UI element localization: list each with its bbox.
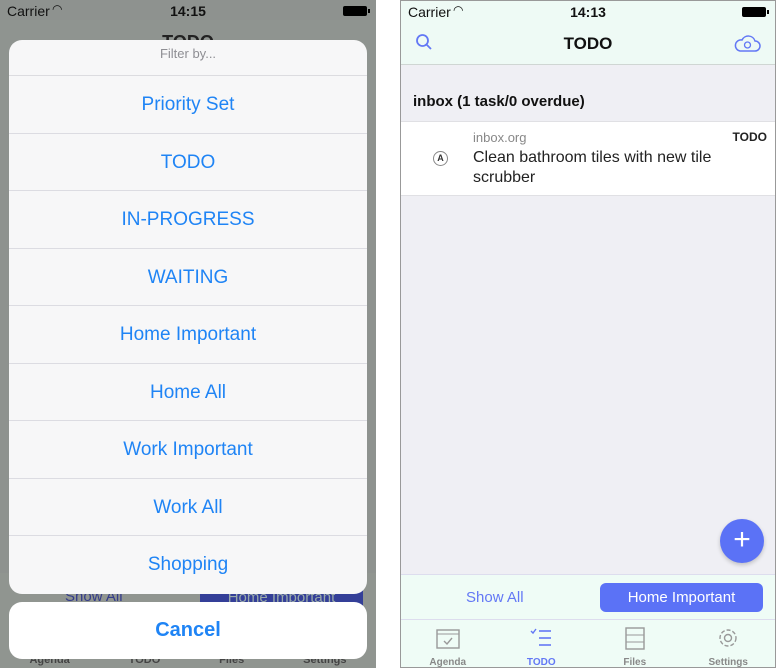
- filter-action-sheet: Filter by... Priority Set TODO IN-PROGRE…: [9, 40, 367, 594]
- tab-label: Settings: [708, 657, 748, 668]
- filter-option[interactable]: Home Important: [9, 306, 367, 364]
- tab-agenda[interactable]: Agenda: [401, 620, 495, 668]
- cloud-sync-icon[interactable]: [733, 33, 761, 58]
- filter-option[interactable]: WAITING: [9, 249, 367, 306]
- left-screen: Carrier ◠ 14:15 TODO Show All Home Impor…: [0, 0, 376, 668]
- filter-option[interactable]: Shopping: [9, 536, 367, 594]
- cabinet-icon: [625, 627, 645, 650]
- tab-todo[interactable]: TODO: [495, 620, 589, 668]
- tab-label: Files: [623, 657, 647, 668]
- task-row[interactable]: inbox.org TODO A Clean bathroom tiles wi…: [401, 121, 775, 196]
- filter-option[interactable]: Work All: [9, 479, 367, 536]
- clock: 14:13: [570, 4, 606, 20]
- filter-option[interactable]: TODO: [9, 134, 367, 191]
- tab-bar: Agenda TODO Files Settings: [401, 619, 776, 668]
- status-bar: Carrier ◠ 14:15: [0, 0, 376, 20]
- tab-settings[interactable]: Settings: [682, 620, 776, 668]
- sheet-title: Filter by...: [9, 40, 367, 76]
- filter-option[interactable]: Priority Set: [9, 76, 367, 134]
- section-header: inbox (1 task/0 overdue): [413, 93, 585, 110]
- cancel-button[interactable]: Cancel: [9, 602, 367, 659]
- priority-badge: A: [433, 151, 448, 166]
- task-title: Clean bathroom tiles with new tile scrub…: [473, 149, 712, 186]
- tab-files[interactable]: Files: [588, 620, 682, 668]
- task-file: inbox.org: [473, 130, 527, 145]
- show-all-button[interactable]: Show All: [466, 589, 524, 606]
- filter-bar: Show All Home Important: [401, 574, 775, 619]
- calendar-icon: [436, 629, 460, 649]
- add-task-button[interactable]: +: [720, 519, 764, 563]
- checklist-icon: [530, 628, 552, 646]
- tab-label: TODO: [526, 657, 556, 668]
- task-keyword: TODO: [732, 130, 767, 144]
- page-title: TODO: [563, 34, 613, 53]
- filter-option[interactable]: IN-PROGRESS: [9, 191, 367, 249]
- battery-icon: [742, 7, 769, 17]
- tab-label: Agenda: [429, 657, 467, 668]
- filter-option[interactable]: Home All: [9, 364, 367, 421]
- gear-icon: [719, 629, 737, 647]
- home-important-button[interactable]: Home Important: [600, 583, 763, 612]
- clock: 14:15: [170, 3, 206, 19]
- filter-option[interactable]: Work Important: [9, 421, 367, 479]
- battery-icon: [343, 6, 370, 16]
- status-bar: Carrier ◠ 14:13: [401, 1, 775, 21]
- right-screen: TODO Carrier ◠ 14:13 inbox (1 task/0 ove…: [400, 0, 776, 668]
